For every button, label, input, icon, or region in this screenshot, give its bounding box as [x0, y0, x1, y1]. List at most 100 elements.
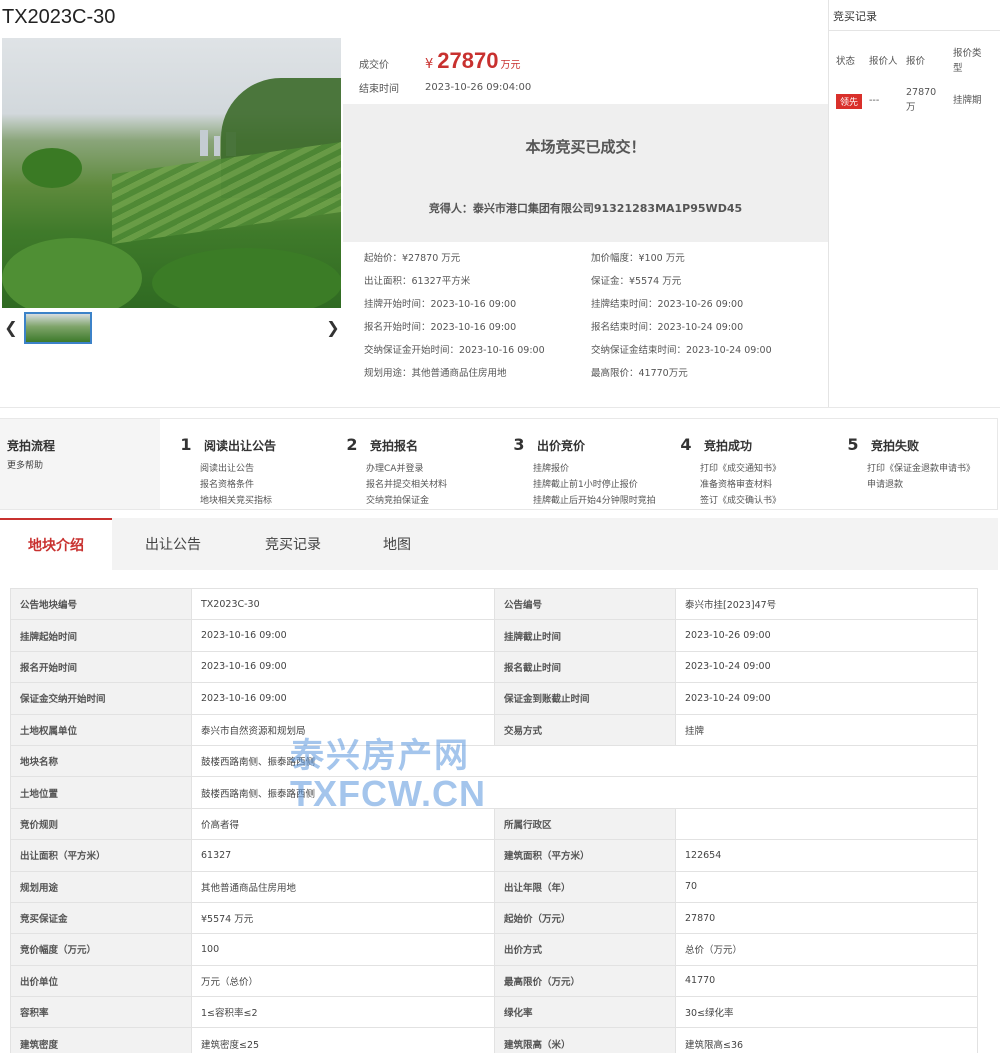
detail-tabs: 地块介绍 出让公告 竞买记录 地图: [0, 518, 998, 570]
table-key: 起始价（万元）: [494, 901, 676, 935]
step-link[interactable]: 办理CA并登录: [366, 461, 423, 474]
divider: [829, 30, 1000, 31]
table-value: 1≤容积率≤2: [191, 996, 495, 1029]
table-value: 2023-10-24 09:00: [675, 650, 978, 684]
end-time-line: 结束时间 2023-10-26 09:04:00: [359, 80, 531, 95]
table-key: 地块名称: [10, 744, 192, 778]
step-link[interactable]: 挂牌报价: [533, 461, 569, 474]
photo-bush: [152, 248, 341, 308]
table-key: 规划用途: [10, 870, 192, 903]
thumbnail-image[interactable]: [24, 312, 92, 344]
photo-building: [214, 136, 220, 156]
table-key: 挂牌截止时间: [494, 619, 676, 652]
step-link[interactable]: 准备资格审查材料: [700, 477, 772, 490]
table-row: 土地位置 鼓楼西路南侧、振泰路西侧: [10, 776, 978, 809]
table-value: [675, 807, 978, 841]
table-value: 2023-10-16 09:00: [191, 619, 495, 652]
table-key: 所属行政区: [494, 807, 676, 841]
table-row: 建筑密度 建筑密度≤25 建筑限高（米） 建筑限高≤36: [10, 1027, 978, 1053]
info-max-price: 最高限价：41770万元: [591, 368, 688, 379]
info-usage: 规划用途：其他普通商品住房用地: [364, 368, 507, 379]
step-title: 竞拍成功: [704, 439, 753, 453]
table-value: 100: [191, 933, 495, 966]
table-row: 竞价规则 价高者得 所属行政区: [10, 807, 978, 841]
table-key: 最高限价（万元）: [494, 964, 676, 998]
info-deposit: 保证金：¥5574 万元: [591, 276, 682, 287]
info-listing-end: 挂牌结束时间：2023-10-26 09:00: [591, 299, 744, 310]
tab-map[interactable]: 地图: [341, 518, 453, 570]
table-value: 泰兴市挂[2023]47号: [675, 587, 978, 621]
table-row: 保证金交纳开始时间 2023-10-16 09:00 保证金到账截止时间 2023-1…: [10, 682, 978, 715]
step-link[interactable]: 报名并提交相关材料: [366, 477, 447, 490]
deal-price: 27870: [437, 48, 499, 73]
table-value: 27870: [675, 901, 978, 935]
table-value: 61327: [191, 839, 495, 872]
table-value: 价高者得: [191, 807, 495, 841]
table-key: 土地位置: [10, 776, 192, 809]
more-help-link[interactable]: 更多帮助: [7, 458, 43, 471]
table-row: 竞价幅度（万元） 100 出价方式 总价（万元）: [10, 933, 978, 966]
step-link[interactable]: 申请退款: [867, 477, 903, 490]
tab-announcement[interactable]: 出让公告: [117, 518, 229, 570]
table-row: 挂牌起始时间 2023-10-16 09:00 挂牌截止时间 2023-10-26 0…: [10, 619, 978, 652]
bid-header-bidder: 报价人: [869, 56, 898, 67]
tab-lot-intro[interactable]: 地块介绍: [0, 518, 112, 570]
end-time: 2023-10-26 09:04:00: [425, 82, 532, 93]
winner-info: 竞得人：泰兴市港口集团有限公司91321283MA1P95WD45: [428, 202, 743, 215]
table-key: 报名开始时间: [10, 650, 192, 684]
step-link[interactable]: 报名资格条件: [200, 477, 254, 490]
info-deposit-start: 交纳保证金开始时间：2023-10-16 09:00: [364, 345, 545, 356]
deal-price-unit: 万元: [500, 60, 521, 71]
table-key: 公告编号: [494, 587, 676, 621]
table-key: 建筑面积（平方米）: [494, 839, 676, 872]
step-link[interactable]: 打印《成交通知书》: [700, 461, 781, 474]
chevron-left-icon[interactable]: ❮: [4, 318, 18, 337]
info-signup-start: 报名开始时间：2023-10-16 09:00: [364, 322, 517, 333]
bid-header-type: 报价类型: [953, 48, 982, 74]
table-key: 建筑限高（米）: [494, 1027, 676, 1053]
chevron-right-icon[interactable]: ❯: [326, 318, 340, 337]
table-value: TX2023C-30: [191, 587, 495, 621]
table-key: 出让面积（平方米）: [10, 839, 192, 872]
table-key: 报名截止时间: [494, 650, 676, 684]
table-value: 70: [675, 870, 978, 903]
info-listing-start: 挂牌开始时间：2023-10-16 09:00: [364, 299, 517, 310]
table-key: 竞价规则: [10, 807, 192, 841]
deal-result-box: 本场竞买已成交！ 竞得人：泰兴市港口集团有限公司91321283MA1P95WD…: [343, 104, 828, 242]
table-value: 泰兴市自然资源和规划局: [191, 713, 495, 746]
table-key: 建筑密度: [10, 1027, 192, 1053]
step-link[interactable]: 地块相关竞买指标: [200, 493, 272, 506]
step-link[interactable]: 挂牌截止后开始4分钟限时竞拍: [533, 493, 656, 506]
deal-price-line: 成交价 ¥ 27870 万元: [359, 48, 520, 74]
tab-bid-records[interactable]: 竞买记录: [237, 518, 349, 570]
bid-record-panel: 竞买记录 状态 报价人 报价 报价类型 领先 --- 27870万 挂牌期: [829, 0, 1000, 408]
step-link[interactable]: 交纳竞拍保证金: [366, 493, 429, 506]
step-title: 阅读出让公告: [204, 439, 277, 453]
table-value: 41770: [675, 964, 978, 998]
table-key: 公告地块编号: [10, 587, 192, 621]
table-key: 土地权属单位: [10, 713, 192, 746]
status-badge: 领先: [836, 94, 863, 109]
step-link[interactable]: 挂牌截止前1小时停止报价: [533, 477, 638, 490]
step-number: 5: [847, 435, 859, 454]
bid-type: 挂牌期: [953, 95, 982, 106]
bid-header-price: 报价: [906, 56, 926, 67]
table-value: 122654: [675, 839, 978, 872]
step-link[interactable]: 阅读出让公告: [200, 461, 254, 474]
step-link[interactable]: 签订《成交确认书》: [700, 493, 781, 506]
lot-detail-table: 公告地块编号 TX2023C-30 公告编号 泰兴市挂[2023]47号 挂牌起始时间…: [10, 587, 978, 1053]
bid-bidder: ---: [869, 95, 880, 106]
table-value: 2023-10-16 09:00: [191, 682, 495, 715]
table-key: 绿化率: [494, 996, 676, 1029]
table-value: 30≤绿化率: [675, 996, 978, 1029]
table-key: 竞价幅度（万元）: [10, 933, 192, 966]
table-value: 挂牌: [675, 713, 978, 746]
lot-photo[interactable]: [2, 38, 341, 308]
table-row: 出价单位 万元（总价） 最高限价（万元） 41770: [10, 964, 978, 998]
auction-process: 竞拍流程 更多帮助 1 阅读出让公告 阅读出让公告 报名资格条件 地块相关竞买指…: [0, 418, 998, 510]
step-link[interactable]: 打印《保证金退款申请书》: [867, 461, 975, 474]
table-value: 2023-10-24 09:00: [675, 682, 978, 715]
bid-record-title: 竞买记录: [833, 10, 877, 23]
step-number: 1: [180, 435, 192, 454]
photo-bush: [2, 238, 142, 308]
